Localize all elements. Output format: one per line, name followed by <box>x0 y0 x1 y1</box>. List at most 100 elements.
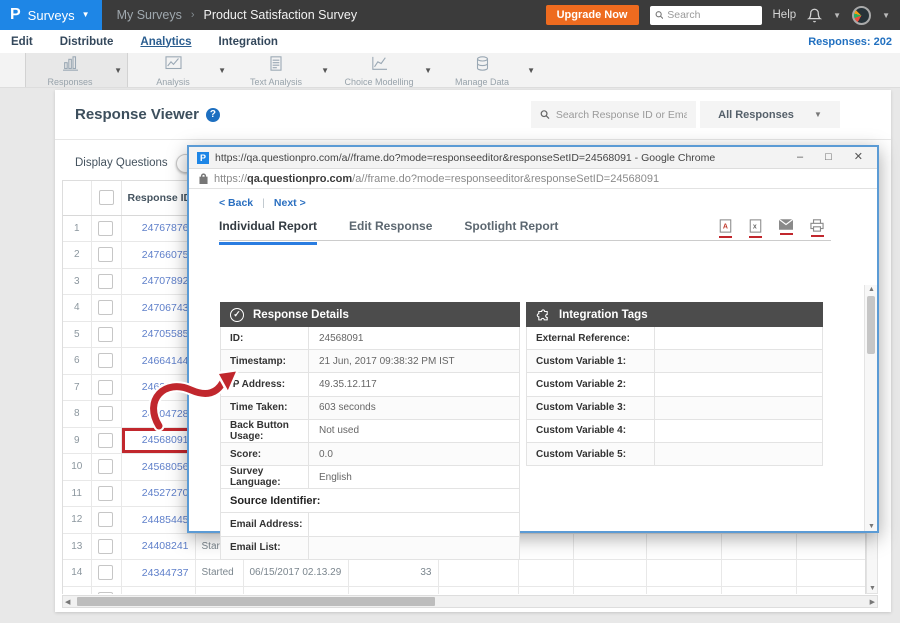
response-id-link[interactable]: 24664144 <box>142 355 189 367</box>
email-icon[interactable] <box>779 219 793 238</box>
all-responses-dropdown[interactable]: All Responses ▼ <box>700 101 840 128</box>
response-id-link[interactable]: 24485445 <box>142 514 189 526</box>
tab-spotlight-report[interactable]: Spotlight Report <box>464 219 558 245</box>
detail-label: ID: <box>221 327 309 349</box>
score-cell: 33 <box>348 560 438 587</box>
popup-vertical-scrollbar[interactable]: ▲ ▼ <box>864 285 877 531</box>
chevron-down-icon[interactable]: ▼ <box>527 66 535 75</box>
select-all-checkbox[interactable] <box>99 190 114 205</box>
scroll-right-arrow-icon[interactable]: ▶ <box>870 598 875 606</box>
nav-item-integration[interactable]: Integration <box>219 36 278 48</box>
scroll-up-arrow-icon[interactable]: ▲ <box>868 286 875 293</box>
url-path: /a//frame.do?mode=responseeditor&respons… <box>352 173 659 185</box>
notifications-bell-icon[interactable] <box>807 8 822 23</box>
minimize-button[interactable]: – <box>797 152 803 163</box>
response-id-link[interactable]: 24705585 <box>142 328 189 340</box>
response-id-link[interactable]: 24707892 <box>142 275 189 287</box>
address-bar[interactable]: https://qa.questionpro.com/a//frame.do?m… <box>189 169 877 189</box>
row-number: 13 <box>63 533 91 560</box>
detail-value: 24568091 <box>309 333 364 344</box>
table-horizontal-scrollbar[interactable]: ◀ ▶ <box>62 595 878 608</box>
row-checkbox[interactable] <box>98 433 113 448</box>
tab-edit-response[interactable]: Edit Response <box>349 219 432 245</box>
bell-caret-icon[interactable]: ▼ <box>833 11 841 20</box>
nav-item-analytics[interactable]: Analytics <box>140 36 191 48</box>
chevron-down-icon[interactable]: ▼ <box>424 66 432 75</box>
global-search-input[interactable] <box>667 9 756 21</box>
page-title-text: Response Viewer <box>75 106 199 123</box>
next-link[interactable]: Next > <box>274 197 306 209</box>
scroll-left-arrow-icon[interactable]: ◀ <box>65 598 70 606</box>
window-titlebar[interactable]: P https://qa.questionpro.com/a//frame.do… <box>189 147 877 169</box>
response-id-link[interactable]: 24568056 <box>142 461 189 473</box>
scrollbar-thumb[interactable] <box>77 597 435 606</box>
global-search-box[interactable] <box>650 6 762 25</box>
chevron-down-icon[interactable]: ▼ <box>218 66 226 75</box>
row-checkbox[interactable] <box>98 327 113 342</box>
analytics-toolbar: Responses ▼ Analysis ▼ Text Analysis ▼ C… <box>0 53 900 88</box>
header-response-id[interactable]: Response ID ▲ <box>121 181 195 215</box>
toolbar-manage-data-button[interactable]: Manage Data ▼ <box>437 53 540 87</box>
response-id-link[interactable]: 24344737 <box>142 567 189 579</box>
toolbar-responses-button[interactable]: Responses ▼ <box>25 53 128 87</box>
back-link[interactable]: < Back <box>219 197 253 209</box>
response-id-link[interactable]: 24706743 <box>142 302 189 314</box>
card-header: Response Viewer ? All Responses ▼ <box>55 90 891 140</box>
response-id-link[interactable]: 24527270 <box>142 487 189 499</box>
help-question-icon[interactable]: ? <box>206 108 220 122</box>
nav-item-distribute[interactable]: Distribute <box>60 36 114 48</box>
row-checkbox[interactable] <box>98 353 113 368</box>
row-checkbox[interactable] <box>98 539 113 554</box>
maximize-button[interactable]: □ <box>825 152 832 163</box>
row-checkbox-cell <box>91 295 121 322</box>
row-number: 12 <box>63 507 91 534</box>
toolbar-choice-modelling-button[interactable]: Choice Modelling ▼ <box>334 53 437 87</box>
user-avatar[interactable] <box>852 6 871 25</box>
row-checkbox[interactable] <box>98 565 113 580</box>
row-checkbox[interactable] <box>98 486 113 501</box>
response-search-box[interactable] <box>531 101 696 128</box>
detail-value: 0.0 <box>309 449 333 460</box>
response-id-link[interactable]: 24625131 <box>142 381 189 393</box>
tab-individual-report[interactable]: Individual Report <box>219 219 317 245</box>
avatar-caret-icon[interactable]: ▼ <box>882 11 890 20</box>
scroll-down-arrow-icon[interactable]: ▼ <box>868 523 875 530</box>
print-icon[interactable] <box>810 219 824 238</box>
surveys-product-menu[interactable]: P Surveys ▼ <box>0 0 102 30</box>
scroll-down-arrow-icon[interactable]: ▼ <box>869 585 876 592</box>
response-id-cell: 24767876 <box>121 215 195 242</box>
row-checkbox[interactable] <box>98 300 113 315</box>
response-id-link[interactable]: 24604728 <box>142 408 189 420</box>
tag-label: Custom Variable 2: <box>527 373 655 395</box>
response-id-link[interactable]: 24766075 <box>142 249 189 261</box>
upgrade-now-button[interactable]: Upgrade Now <box>546 5 639 25</box>
chevron-down-icon[interactable]: ▼ <box>114 66 122 75</box>
row-checkbox[interactable] <box>98 512 113 527</box>
row-number: 14 <box>63 560 91 587</box>
help-link[interactable]: Help <box>773 9 797 21</box>
nav-item-edit[interactable]: Edit <box>11 36 33 48</box>
table-row: 14 24344737 Started 06/15/2017 02.13.29 … <box>63 560 866 587</box>
responses-count-badge[interactable]: Responses: 202 <box>808 36 892 48</box>
response-id-link[interactable]: 24408241 <box>142 540 189 552</box>
row-checkbox[interactable] <box>98 247 113 262</box>
response-id-link[interactable]: 24767876 <box>142 222 189 234</box>
row-checkbox[interactable] <box>98 406 113 421</box>
chevron-down-icon[interactable]: ▼ <box>321 66 329 75</box>
pdf-export-icon[interactable]: A <box>719 219 732 238</box>
row-checkbox[interactable] <box>98 380 113 395</box>
detail-row: ID: 24568091 <box>220 327 520 350</box>
response-id-link[interactable]: 24568091 <box>142 434 189 446</box>
response-search-input[interactable] <box>556 109 687 121</box>
row-checkbox[interactable] <box>98 592 113 594</box>
toolbar-analysis-button[interactable]: Analysis ▼ <box>128 53 231 87</box>
row-checkbox[interactable] <box>98 221 113 236</box>
row-checkbox[interactable] <box>98 274 113 289</box>
breadcrumb-my-surveys[interactable]: My Surveys <box>117 8 182 22</box>
scrollbar-thumb[interactable] <box>867 296 875 354</box>
row-checkbox[interactable] <box>98 459 113 474</box>
toolbar-text-analysis-button[interactable]: Text Analysis ▼ <box>231 53 334 87</box>
close-button[interactable]: ✕ <box>854 152 863 163</box>
excel-export-icon[interactable]: x <box>749 219 762 238</box>
tabs-divider <box>219 240 831 241</box>
